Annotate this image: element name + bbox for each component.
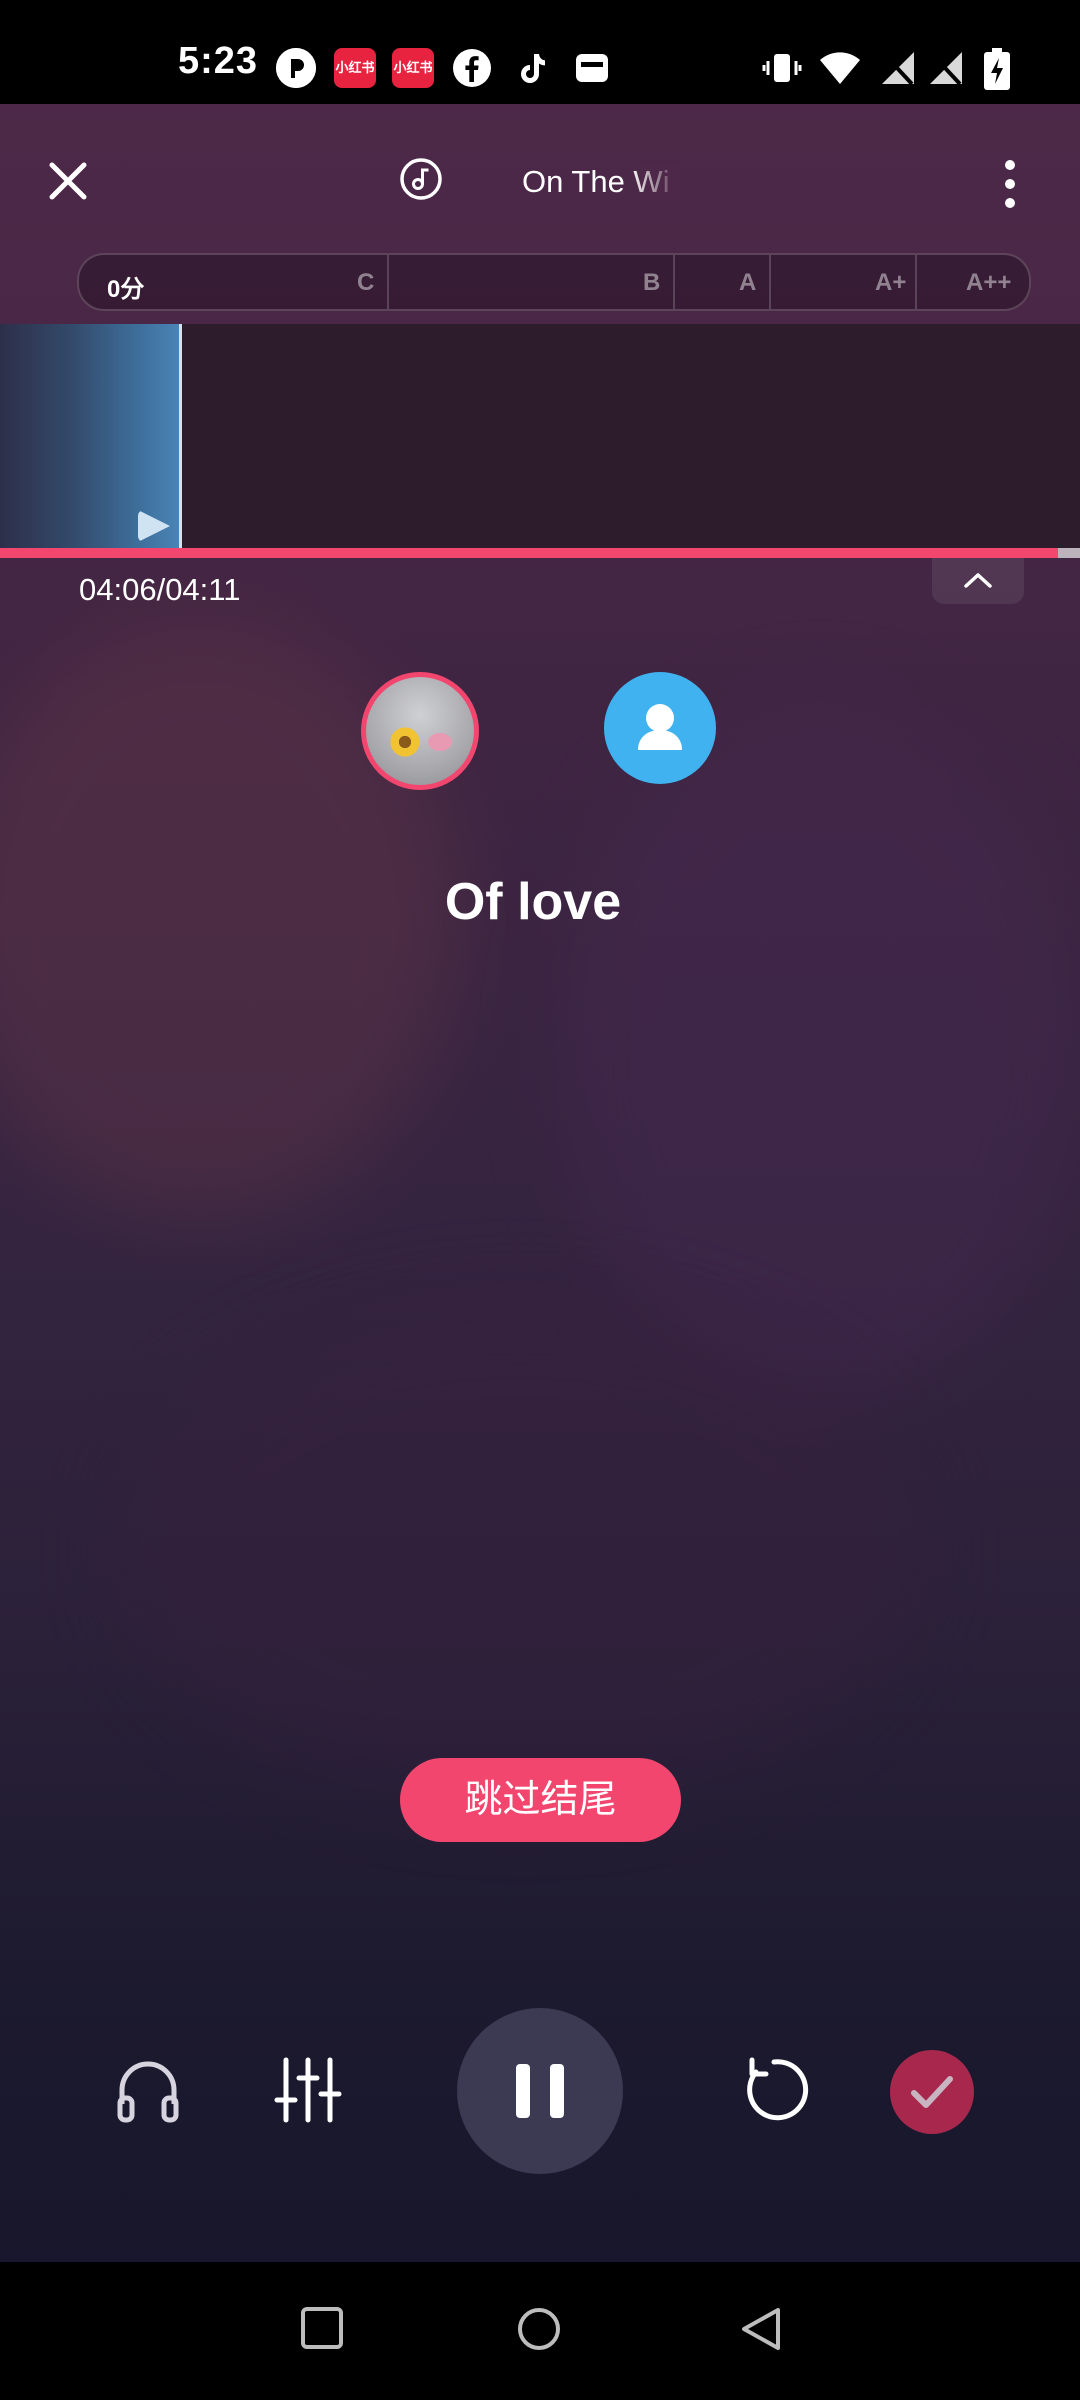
current-lyric: Of love [444, 873, 622, 931]
circle-icon [518, 2308, 560, 2350]
playback-progress[interactable] [0, 548, 1080, 558]
user-icon [638, 704, 682, 750]
pocket-icon [276, 48, 316, 88]
wifi-icon [818, 48, 862, 88]
skip-ending-button[interactable]: 跳过结尾 [400, 1758, 681, 1842]
headphones-button[interactable] [112, 2054, 184, 2126]
xiaohongshu-icon: 小红书 [334, 48, 376, 88]
recents-button[interactable] [300, 2306, 344, 2355]
grade-divider [387, 255, 389, 309]
no-signal-icon [926, 48, 966, 88]
more-vertical-icon [998, 160, 1022, 208]
xiaohongshu-icon: 小红书 [392, 48, 434, 88]
vibrate-icon [762, 48, 802, 88]
facebook-icon [452, 48, 492, 88]
background-blur [560, 700, 1080, 1400]
song-title: On The Wi [522, 164, 680, 200]
chevron-up-icon [964, 573, 992, 588]
playback-progress-fill [0, 548, 1059, 558]
grade-divider [915, 255, 917, 309]
system-nav-bar [0, 2262, 1080, 2400]
grade-b: B [643, 269, 661, 296]
battery-charging-icon [984, 48, 1010, 90]
status-time: 5:23 [178, 40, 259, 82]
singer-avatar-self[interactable] [361, 672, 479, 790]
background-blur [120, 1300, 920, 1800]
triangle-back-icon [742, 2308, 780, 2350]
no-signal-icon [878, 48, 918, 88]
restart-button[interactable] [738, 2054, 810, 2126]
grade-divider [769, 255, 771, 309]
pitch-indicator-icon [138, 510, 170, 542]
playback-time: 04:06/04:11 [79, 572, 241, 607]
close-button[interactable] [46, 159, 90, 203]
pitch-playhead [179, 324, 182, 548]
status-bar: 5:23 小红书 小红书 [0, 0, 1080, 104]
grade-a: A [739, 269, 757, 296]
collapse-button[interactable] [932, 558, 1024, 604]
check-icon [911, 2076, 953, 2108]
back-button[interactable] [738, 2306, 782, 2357]
square-icon [301, 2307, 343, 2349]
mixer-button[interactable] [272, 2054, 344, 2126]
restart-icon [747, 2057, 809, 2121]
music-disc-button[interactable] [398, 156, 444, 202]
avatar-flower [388, 725, 422, 759]
score-bar: 0分 C B A A+ A++ [77, 253, 1031, 311]
pause-button[interactable] [457, 2008, 623, 2174]
title-fade [630, 164, 680, 200]
finish-button[interactable] [890, 2050, 974, 2134]
home-button[interactable] [516, 2306, 562, 2357]
tiktok-icon [512, 48, 552, 88]
singer-avatar-partner[interactable] [604, 672, 716, 784]
grade-divider [673, 255, 675, 309]
wallet-icon [572, 48, 612, 88]
grade-c: C [357, 269, 375, 296]
current-score: 0分 [107, 276, 145, 303]
pitch-graph [0, 324, 1080, 548]
headphones-icon [117, 2061, 179, 2123]
music-disc-icon [400, 158, 442, 200]
more-button[interactable] [998, 156, 1022, 212]
grade-a-plus: A+ [875, 269, 907, 296]
grade-a-plus-plus: A++ [966, 269, 1012, 296]
avatar-detail [428, 733, 452, 751]
karaoke-screen: 5:23 小红书 小红书 On The Wi 0分 C B A A+ A++ 0… [0, 0, 1080, 2400]
header: On The Wi [0, 104, 1080, 264]
close-icon [49, 162, 87, 200]
mixer-icon [274, 2057, 342, 2123]
